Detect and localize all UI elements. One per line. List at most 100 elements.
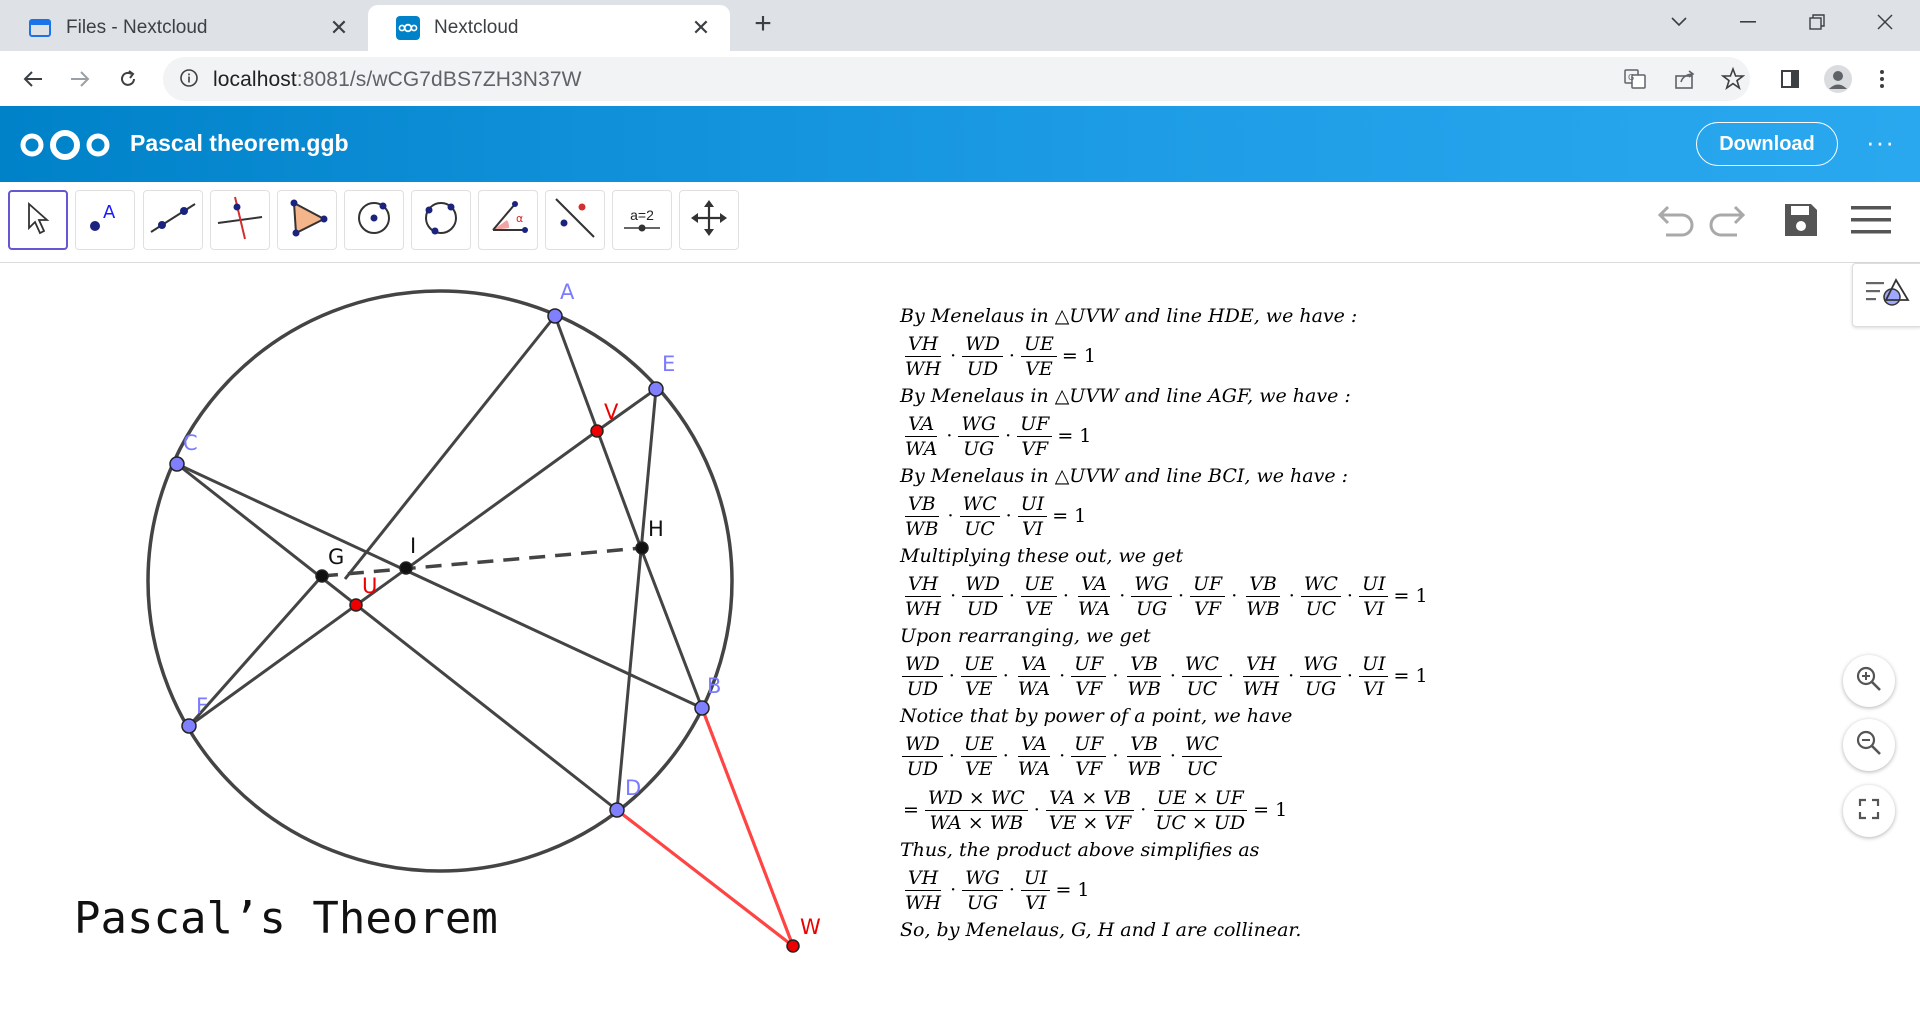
numerator: WG: [1300, 653, 1341, 677]
back-icon[interactable]: [13, 59, 53, 99]
close-tab-icon[interactable]: ✕: [686, 13, 716, 43]
close-window-icon[interactable]: [1850, 0, 1920, 44]
multiply-dot: ·: [1005, 505, 1012, 527]
equation-1: VH WH · WD UD · UE VE = 1: [900, 329, 1428, 383]
equals-one: = 1: [1057, 425, 1092, 447]
fraction: VA × VB VE × VF: [1046, 787, 1135, 834]
point-A[interactable]: [547, 308, 563, 324]
zoom-out-button[interactable]: [1843, 719, 1895, 771]
perpendicular-tool[interactable]: [210, 190, 270, 250]
fraction: WD UD: [962, 333, 1003, 380]
multiply-dot: ·: [1008, 879, 1015, 901]
download-button[interactable]: Download: [1696, 122, 1838, 166]
proof-text[interactable]: By Menelaus in △UVW and line HDE, we hav…: [900, 303, 1428, 943]
slider-tool[interactable]: a=2: [612, 190, 672, 250]
denominator: VI: [1021, 517, 1044, 540]
point-U[interactable]: [349, 598, 363, 612]
close-tab-icon[interactable]: ✕: [324, 13, 354, 43]
fullscreen-button[interactable]: [1843, 785, 1895, 837]
main-menu-button[interactable]: [1847, 198, 1895, 246]
multiply-dot: ·: [1169, 745, 1176, 767]
fraction: WC UC: [1181, 653, 1222, 700]
numerator: VA × VB: [1046, 787, 1134, 811]
denominator: UD: [966, 597, 999, 620]
nextcloud-logo-icon[interactable]: [18, 128, 112, 167]
angle-tool[interactable]: α: [478, 190, 538, 250]
undo-button[interactable]: [1650, 198, 1698, 246]
forward-icon[interactable]: [60, 59, 100, 99]
line-FG[interactable]: [187, 575, 324, 727]
save-button[interactable]: [1777, 198, 1825, 246]
label-G: G: [328, 545, 344, 569]
perpendicular-line-icon: [215, 195, 265, 246]
numerator: WD: [902, 653, 943, 677]
tab-nextcloud[interactable]: Nextcloud ✕: [368, 5, 730, 51]
point-D[interactable]: [609, 802, 625, 818]
denominator: UG: [963, 437, 995, 460]
bookmark-star-icon[interactable]: [1720, 66, 1746, 96]
circle-center-tool[interactable]: [344, 190, 404, 250]
theorem-title[interactable]: Pascal’s Theorem: [74, 893, 498, 944]
new-tab-button[interactable]: +: [745, 6, 781, 42]
line-FV[interactable]: [188, 429, 598, 728]
denominator: VF: [1075, 677, 1103, 700]
minimize-icon[interactable]: [1713, 0, 1783, 44]
multiply-dot: ·: [1227, 665, 1235, 687]
browser-menu-icon[interactable]: [1862, 59, 1902, 99]
tab-search-icon[interactable]: [1644, 0, 1714, 44]
move-tool[interactable]: [8, 190, 68, 250]
point-V[interactable]: [590, 424, 604, 438]
profile-avatar-icon[interactable]: [1818, 59, 1858, 99]
numerator: UE × UF: [1153, 787, 1247, 811]
share-icon[interactable]: [1673, 67, 1697, 96]
restore-icon[interactable]: [1782, 0, 1852, 44]
line-AG[interactable]: [343, 315, 557, 580]
point-F[interactable]: [181, 718, 197, 734]
point-G[interactable]: [315, 569, 329, 583]
more-actions-button[interactable]: ···: [1866, 129, 1895, 155]
move-graphics-tool[interactable]: [679, 190, 739, 250]
numerator: WC: [1181, 733, 1222, 757]
fraction: UE × UF UC × UD: [1152, 787, 1248, 834]
numerator: UI: [1020, 867, 1051, 891]
site-info-icon[interactable]: [179, 68, 199, 93]
point-C[interactable]: [169, 456, 185, 472]
multiply-dot: ·: [1062, 585, 1069, 607]
line-tool[interactable]: [143, 190, 203, 250]
point-H[interactable]: [635, 541, 649, 555]
url-text[interactable]: localhost:8081/s/wCG7dBS7ZH3N37W: [213, 68, 582, 92]
side-panel-icon[interactable]: [1770, 59, 1810, 99]
translate-icon[interactable]: G: [1623, 67, 1647, 96]
equation-3: VB WB · WC UC · UI VI = 1: [900, 489, 1428, 543]
circle-three-points-tool[interactable]: [411, 190, 471, 250]
circumcircle[interactable]: [146, 289, 734, 873]
denominator: UC: [1186, 677, 1218, 700]
denominator: WB: [1127, 757, 1161, 780]
line-ED[interactable]: [615, 388, 658, 811]
proof-line: By Menelaus in △UVW and line BCI, we hav…: [900, 465, 1349, 487]
polygon-tool[interactable]: [277, 190, 337, 250]
address-bar[interactable]: localhost:8081/s/wCG7dBS7ZH3N37W G: [163, 57, 1750, 101]
point-W[interactable]: [786, 939, 800, 953]
undo-icon: [1652, 203, 1696, 242]
fraction: UI VI: [1358, 653, 1389, 700]
reflect-tool[interactable]: [545, 190, 605, 250]
point-tool[interactable]: A: [75, 190, 135, 250]
numerator: UE: [1020, 333, 1057, 357]
point-E[interactable]: [648, 381, 664, 397]
redo-button[interactable]: [1705, 198, 1753, 246]
point-I[interactable]: [399, 561, 413, 575]
equals-one: = 1: [1055, 879, 1090, 901]
algebra-view-toggle[interactable]: [1852, 263, 1920, 327]
fraction: UI VI: [1358, 573, 1389, 620]
numerator: VH: [904, 573, 942, 597]
multiply-dot: ·: [1169, 665, 1176, 687]
zoom-in-button[interactable]: [1843, 655, 1895, 707]
reload-icon[interactable]: [108, 59, 148, 99]
numerator: WG: [958, 413, 1000, 437]
graphics-view[interactable]: A E C B F D V U W G I H Pascal’s Theorem…: [0, 263, 1920, 1020]
tab-files-nextcloud[interactable]: Files - Nextcloud ✕: [0, 5, 368, 51]
equation-8: VH WH · WG UG · UI VI = 1: [900, 863, 1428, 917]
point-B[interactable]: [694, 700, 710, 716]
zoom-out-icon: [1856, 730, 1882, 761]
